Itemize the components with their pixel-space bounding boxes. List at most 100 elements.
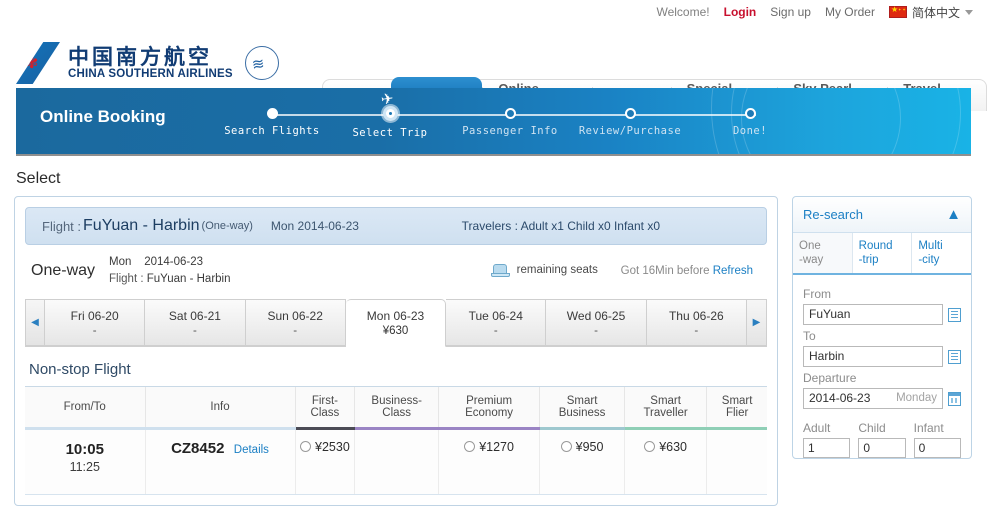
city-list-icon[interactable]: [948, 349, 961, 364]
step-dot: [504, 108, 516, 119]
date-tab-price: ¥630: [382, 325, 409, 337]
date-next-arrow[interactable]: ▶: [746, 299, 767, 346]
infant-count-group: Infant 0: [913, 421, 961, 458]
date-tab-tue-06-24[interactable]: Tue 06-24 -: [446, 299, 547, 346]
departure-date-input[interactable]: 2014-06-23 Monday: [803, 388, 943, 409]
date-tab-fri-06-20[interactable]: Fri 06-20 -: [45, 299, 146, 346]
step-review-purchase[interactable]: Review/Purchase: [570, 104, 690, 137]
date-tab-price: -: [193, 324, 197, 337]
adult-count-input[interactable]: 1: [803, 438, 851, 458]
tab-multi-city[interactable]: Multi -city: [912, 233, 972, 273]
date-tab-mon-06-23[interactable]: Mon 06-23 ¥630: [345, 299, 447, 347]
date-tab-thu-06-26[interactable]: Thu 06-26 -: [646, 299, 747, 346]
to-value: Harbin: [809, 349, 845, 363]
step-search-flights[interactable]: Search Flights: [212, 104, 332, 137]
trip-sub-summary: One-way Mon 2014-06-23 Flight : FuYuan -…: [25, 245, 767, 297]
calendar-icon[interactable]: [948, 391, 961, 406]
step-select-trip[interactable]: ✈ Select Trip: [330, 90, 450, 139]
date-tab-wed-06-25[interactable]: Wed 06-25 -: [546, 299, 647, 346]
site-header: ✾ 中国南方航空 CHINA SOUTHERN AIRLINES ≋ Home …: [0, 24, 987, 111]
adult-count-group: Adult 1: [803, 421, 851, 458]
booking-stepper: Search Flights ✈ Select Trip Passenger I…: [224, 90, 772, 150]
tab-line2: -city: [918, 254, 940, 266]
date-tab-sat-06-21[interactable]: Sat 06-21 -: [145, 299, 246, 346]
cell-premium-economy-fare[interactable]: ¥1270: [437, 428, 540, 495]
infant-count-input[interactable]: 0: [913, 438, 961, 458]
research-title: Re-search: [803, 207, 863, 222]
fare-price: ¥950: [575, 440, 604, 454]
brand-name-cn: 中国南方航空: [68, 44, 212, 69]
fare-radio-first-class[interactable]: [300, 441, 312, 452]
login-link[interactable]: Login: [724, 5, 757, 19]
departure-weekday: Monday: [896, 392, 937, 404]
trip-type: (One-way): [201, 220, 253, 232]
details-link[interactable]: Details: [234, 444, 269, 456]
flight-route: FuYuan - Harbin: [83, 217, 200, 234]
flight-summary-bar: Flight : FuYuan - Harbin (One-way) Mon 2…: [25, 207, 767, 245]
date-tab-day: Sat 06-21: [168, 308, 221, 323]
flight-date: Mon 2014-06-23: [270, 219, 359, 233]
chevron-up-icon[interactable]: ▲: [946, 207, 961, 222]
child-count-input[interactable]: 0: [858, 438, 906, 458]
tab-one-way[interactable]: One -way: [793, 233, 853, 273]
refresh-note: Got 16Min before: [620, 265, 710, 277]
cell-smart-business-fare[interactable]: ¥950: [539, 428, 625, 495]
fare-radio-smart-business[interactable]: [560, 441, 572, 452]
research-panel-header[interactable]: Re-search ▲: [793, 197, 971, 233]
research-form: From FuYuan To Harbin Departure 2014-06-…: [793, 275, 971, 458]
trip-date-line: Mon 2014-06-23: [109, 254, 230, 271]
date-tab-day: Sun 06-22: [267, 308, 323, 323]
column-smart-business: Smart Business: [539, 386, 625, 430]
date-tab-sun-06-22[interactable]: Sun 06-22 -: [245, 299, 346, 346]
step-label: Select Trip: [352, 127, 428, 139]
date-prev-arrow[interactable]: ◀: [25, 299, 45, 346]
cell-smart-traveller-fare[interactable]: ¥630: [623, 428, 707, 495]
step-done[interactable]: Done!: [690, 104, 810, 137]
cell-from-to: 10:05 11:25: [25, 428, 145, 495]
date-tab-day: Tue 06-24: [468, 308, 523, 323]
from-row: FuYuan: [803, 304, 961, 325]
chevron-down-icon: [965, 9, 973, 15]
trip-weekday: Mon: [109, 256, 132, 268]
refresh-link[interactable]: Refresh: [713, 265, 753, 277]
to-label: To: [803, 329, 816, 343]
departure-label: Departure: [803, 371, 857, 385]
step-passenger-info[interactable]: Passenger Info: [450, 104, 570, 137]
signup-link[interactable]: Sign up: [770, 5, 811, 19]
travelers-summary: Travelers : Adult x1 Child x0 Infant x0: [461, 219, 660, 233]
date-tab-price: -: [493, 324, 498, 337]
city-list-icon[interactable]: [948, 307, 961, 322]
adult-label: Adult: [803, 421, 831, 435]
cell-smart-flier-fare: [706, 428, 767, 495]
tab-round-trip[interactable]: Round -trip: [852, 233, 913, 273]
column-first-class: First-Class: [294, 386, 355, 430]
banner-title: Online Booking: [40, 107, 166, 126]
cell-first-class-fare[interactable]: ¥2530: [294, 428, 355, 495]
column-smart-flier: Smart Flier: [706, 386, 767, 430]
fare-radio-premium-economy[interactable]: [464, 441, 476, 452]
fare-radio-smart-traveller[interactable]: [644, 441, 656, 452]
to-input[interactable]: Harbin: [803, 346, 943, 367]
trip-date: 2014-06-23: [144, 256, 204, 268]
flight-number: CZ8452: [171, 440, 225, 457]
china-flag-icon: [888, 4, 907, 18]
fare-price: ¥630: [659, 440, 688, 454]
logo[interactable]: ✾ 中国南方航空 CHINA SOUTHERN AIRLINES ≋: [16, 42, 279, 84]
column-info: Info: [144, 386, 295, 430]
column-smart-traveller: Smart Traveller: [623, 386, 707, 430]
date-tab-day: Thu 06-26: [668, 308, 724, 323]
child-label: Child: [858, 421, 886, 435]
trip-route: FuYuan - Harbin: [146, 273, 231, 285]
language-selector[interactable]: 简体中文: [888, 4, 973, 21]
skyteam-waves-icon: ≋: [250, 55, 266, 74]
from-input[interactable]: FuYuan: [803, 304, 943, 325]
my-order-link[interactable]: My Order: [825, 5, 875, 19]
to-row: Harbin: [803, 346, 961, 367]
trip-route-line: Flight : FuYuan - Harbin: [109, 271, 230, 288]
from-value: FuYuan: [809, 307, 851, 321]
step-label: Passenger Info: [462, 125, 558, 137]
trip-details: Mon 2014-06-23 Flight : FuYuan - Harbin: [109, 254, 230, 288]
date-tab-price: -: [694, 324, 699, 337]
step-label: Review/Purchase: [578, 125, 682, 137]
fare-table-header-row: From/To Info First-Class Business-Class …: [25, 386, 767, 430]
